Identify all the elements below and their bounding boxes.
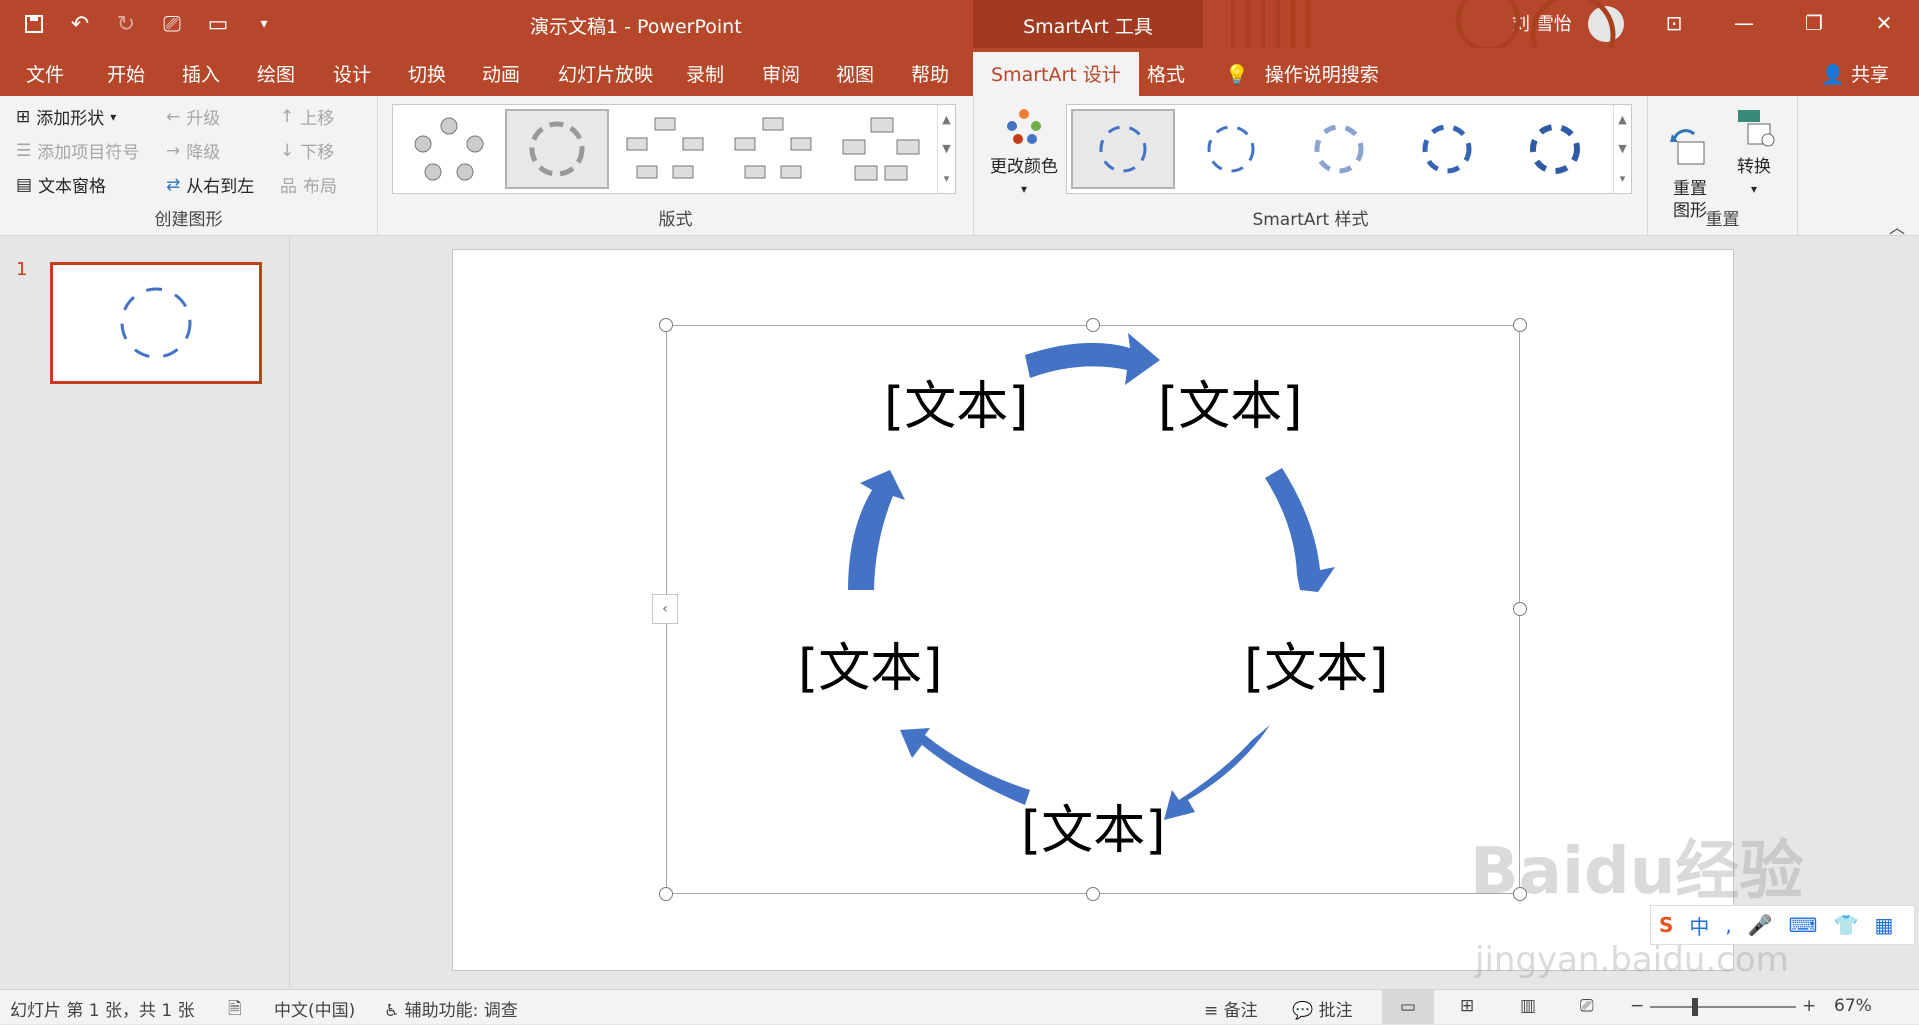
language-status[interactable]: 中文(中国) <box>274 996 355 1021</box>
reading-view-button[interactable]: ▥ <box>1520 996 1536 1016</box>
punctuation-icon[interactable]: , <box>1725 913 1731 937</box>
comments-label: 批注 <box>1318 1001 1353 1021</box>
accessibility-status[interactable]: ♿ 辅助功能: 调查 <box>384 996 518 1021</box>
zoom-out-icon[interactable]: − <box>1630 996 1644 1016</box>
slide-sorter-icon: ⊞ <box>1460 996 1475 1016</box>
slideshow-button[interactable]: ⎚ <box>1580 996 1594 1016</box>
keyboard-icon[interactable]: ⌨ <box>1789 913 1818 937</box>
toolbox-icon[interactable]: ▦ <box>1874 913 1893 937</box>
slide-info: 幻灯片 第 1 张，共 1 张 <box>10 1001 195 1021</box>
comment-icon: 💬 <box>1292 1001 1314 1021</box>
node-text-right[interactable]: [文本] <box>1244 626 1389 701</box>
arrow-top[interactable] <box>1025 333 1160 385</box>
slide-sorter-button[interactable]: ⊞ <box>1460 996 1474 1016</box>
zoom-level[interactable]: 67% <box>1834 996 1872 1016</box>
arrow-bottom-right[interactable] <box>1164 725 1270 820</box>
sogou-icon[interactable]: S <box>1659 913 1673 937</box>
watermark-logo: Baidu经验 <box>1470 835 1804 909</box>
zoom-slider[interactable] <box>1650 1006 1796 1008</box>
notes-icon: ≡ <box>1204 1001 1219 1021</box>
node-text-top-right[interactable]: [文本] <box>1158 364 1303 439</box>
zoom-in-icon[interactable]: + <box>1802 996 1816 1016</box>
status-bar: 幻灯片 第 1 张，共 1 张 🗎 中文(中国) ♿ 辅助功能: 调查 ≡ 备注… <box>0 989 1919 1024</box>
zoom-slider-thumb[interactable] <box>1692 998 1698 1016</box>
node-text-bottom[interactable]: [文本] <box>1021 788 1166 863</box>
slideshow-icon: ⎚ <box>1580 996 1594 1016</box>
node-text-top-left[interactable]: [文本] <box>884 364 1029 439</box>
normal-view-icon: ▭ <box>1399 997 1417 1017</box>
accessibility-label: 辅助功能: 调查 <box>404 1001 518 1021</box>
microphone-icon[interactable]: 🎤 <box>1748 913 1773 937</box>
comments-button[interactable]: 💬 批注 <box>1292 996 1353 1021</box>
notes-label: 备注 <box>1223 1001 1258 1021</box>
arrow-bottom-left[interactable] <box>900 728 1030 805</box>
notes-button[interactable]: ≡ 备注 <box>1204 996 1258 1021</box>
arrow-left[interactable] <box>848 470 905 590</box>
arrow-right[interactable] <box>1265 468 1335 592</box>
skin-icon[interactable]: 👕 <box>1834 913 1859 937</box>
node-text-left[interactable]: [文本] <box>798 626 943 701</box>
spellcheck-icon[interactable]: 🗎 <box>228 996 242 1025</box>
ime-toolbar: S 中 , 🎤 ⌨ 👕 ▦ <box>1650 905 1915 945</box>
input-mode-icon[interactable]: 中 <box>1689 911 1709 940</box>
normal-view-button[interactable]: ▭ <box>1382 990 1434 1024</box>
watermark-url: jingyan.baidu.com <box>1475 940 1789 980</box>
reading-view-icon: ▥ <box>1520 996 1537 1016</box>
accessibility-icon: ♿ <box>384 1001 400 1021</box>
